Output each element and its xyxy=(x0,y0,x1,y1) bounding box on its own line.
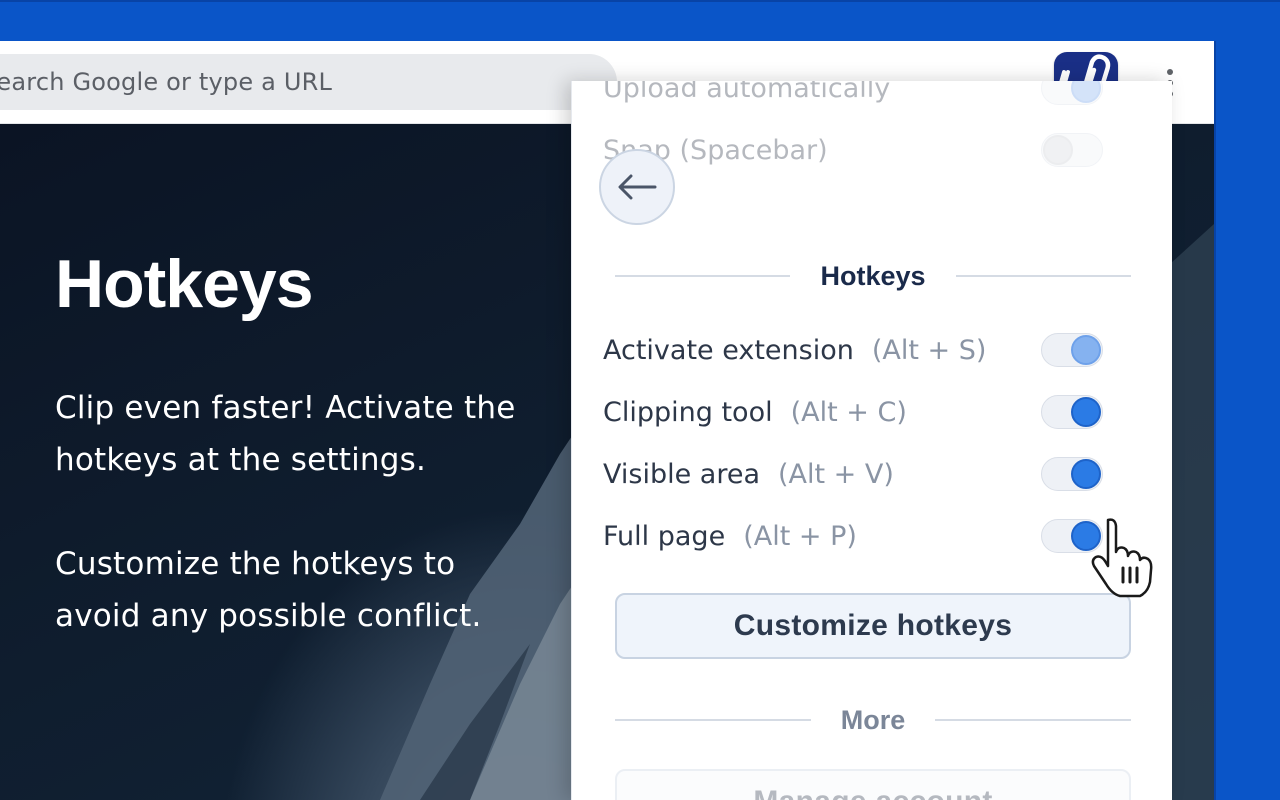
clipping-tool-toggle[interactable] xyxy=(1041,395,1103,429)
hand-pointer-cursor-icon xyxy=(1091,518,1153,598)
manage-account-button[interactable]: Manage account xyxy=(615,769,1131,800)
hotkey-row: Clipping tool (Alt + C) xyxy=(603,390,1143,434)
hotkeys-section-header: Hotkeys xyxy=(615,256,1131,296)
hero-title: Hotkeys xyxy=(55,246,314,322)
hotkey-label: Full page xyxy=(603,520,726,552)
hotkey-row: Full page (Alt + P) xyxy=(603,514,1143,558)
visible-area-toggle[interactable] xyxy=(1041,457,1103,491)
hotkey-shortcut: (Alt + V) xyxy=(778,458,894,490)
setting-row-upload: Upload automatically xyxy=(603,81,1143,110)
hero-paragraph: Clip even faster! Activate the hotkeys a… xyxy=(55,390,516,478)
more-section-header: More xyxy=(615,700,1131,740)
frame-border xyxy=(0,0,1280,2)
hotkey-shortcut: (Alt + S) xyxy=(871,334,987,366)
upload-toggle[interactable] xyxy=(1041,81,1103,105)
section-title: More xyxy=(840,704,906,735)
hotkey-label: Visible area xyxy=(603,458,760,490)
activate-extension-toggle[interactable] xyxy=(1041,333,1103,367)
hotkey-label: Activate extension xyxy=(603,334,854,366)
hotkey-shortcut: (Alt + C) xyxy=(790,396,907,428)
snap-toggle[interactable] xyxy=(1041,133,1103,167)
hotkey-row: Visible area (Alt + V) xyxy=(603,452,1143,496)
setting-row-snap: Snap (Spacebar) xyxy=(603,128,1143,172)
address-bar[interactable]: Search Google or type a URL xyxy=(0,54,617,110)
hotkey-row: Activate extension (Alt + S) xyxy=(603,328,1143,372)
back-button[interactable] xyxy=(599,149,675,225)
arrow-left-icon xyxy=(618,174,657,200)
hotkey-label: Clipping tool xyxy=(603,396,773,428)
address-bar-placeholder: Search Google or type a URL xyxy=(0,68,333,96)
hero-paragraph: Customize the hotkeys to avoid any possi… xyxy=(55,546,482,634)
hotkey-shortcut: (Alt + P) xyxy=(743,520,857,552)
section-title: Hotkeys xyxy=(820,260,926,291)
customize-hotkeys-button[interactable]: Customize hotkeys xyxy=(615,593,1131,659)
setting-label: Upload automatically xyxy=(603,81,891,104)
